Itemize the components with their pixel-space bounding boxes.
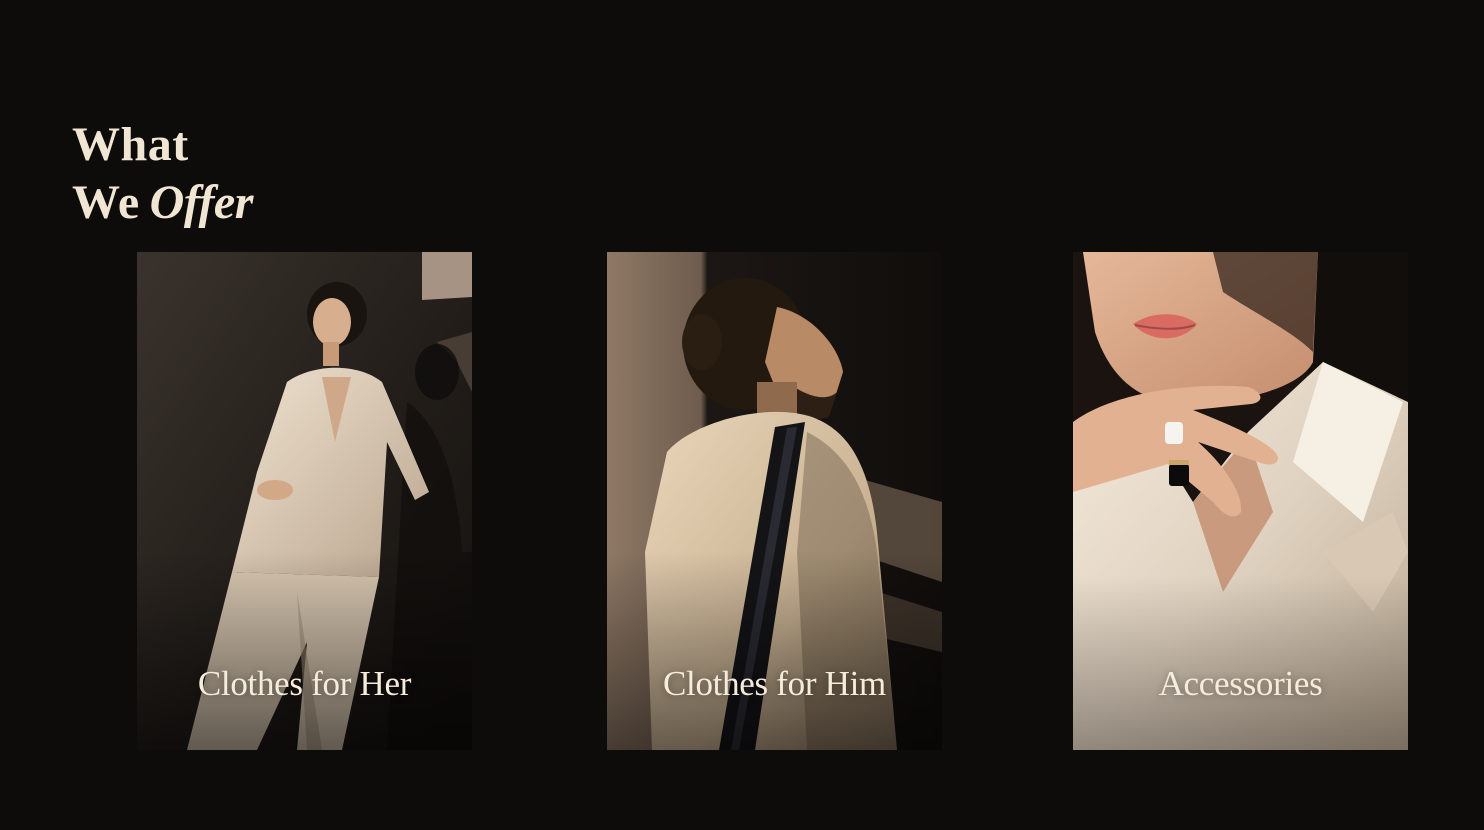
card-label-him: Clothes for Him bbox=[663, 664, 886, 703]
card-label-accessories: Accessories bbox=[1158, 664, 1323, 703]
heading-we: We bbox=[72, 176, 140, 230]
heading-line-1: What bbox=[72, 118, 189, 172]
card-label-her: Clothes for Her bbox=[197, 664, 412, 703]
category-card-him[interactable]: Clothes for Him bbox=[607, 252, 942, 750]
heading-offer: Offer bbox=[149, 176, 254, 230]
heading-line-2: We Offer bbox=[72, 174, 253, 232]
section-heading: What We Offer bbox=[72, 116, 253, 232]
category-card-her[interactable]: Clothes for Her bbox=[137, 252, 472, 750]
category-card-accessories[interactable]: Accessories bbox=[1073, 252, 1408, 750]
